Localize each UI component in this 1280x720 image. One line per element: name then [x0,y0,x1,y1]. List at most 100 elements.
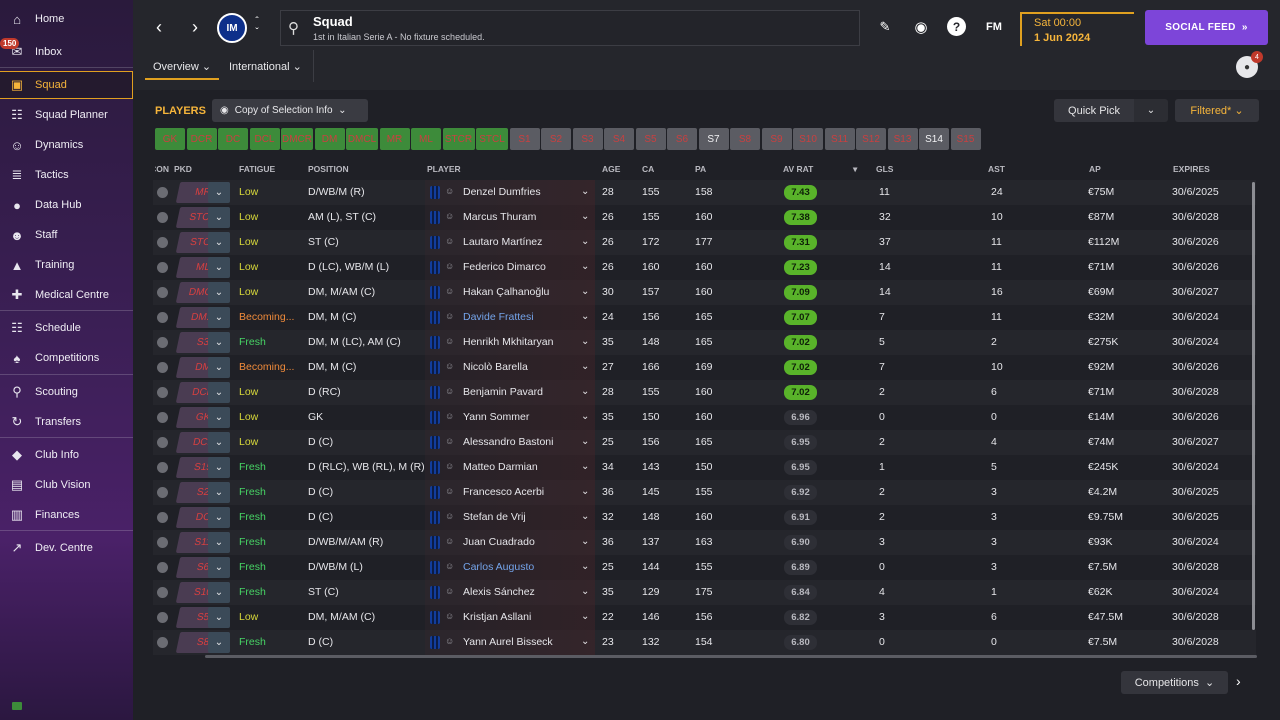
player-name[interactable]: Henrikh Mkhitaryan [463,336,553,348]
sidebar-item-club-vision[interactable]: ▤ Club Vision [0,471,133,499]
player-menu-dropdown-icon[interactable]: ⌄ [581,336,589,347]
select-checkbox[interactable] [157,487,168,498]
position-filter-s11[interactable]: S11 [824,128,855,150]
select-checkbox[interactable] [157,387,168,398]
sidebar-item-staff[interactable]: ☻ Staff [0,221,133,249]
player-menu-dropdown-icon[interactable]: ⌄ [581,561,589,572]
club-crest[interactable]: IM [217,13,247,43]
position-filter-s5[interactable]: S5 [635,128,666,150]
player-name[interactable]: Stefan de Vrij [463,511,526,523]
table-row[interactable]: S3 ⌄ Fresh DM, M (LC), AM (C) ☺ Henrikh Mkhit… [153,330,1256,355]
picked-position-dropdown-icon[interactable]: ⌄ [208,532,230,553]
position-filter-dcl[interactable]: DCL [249,128,280,150]
picked-position-dropdown-icon[interactable]: ⌄ [208,557,230,578]
player-menu-dropdown-icon[interactable]: ⌄ [581,386,589,397]
select-checkbox[interactable] [157,187,168,198]
select-checkbox[interactable] [157,312,168,323]
player-name[interactable]: Federico Dimarco [463,261,546,273]
player-menu-dropdown-icon[interactable]: ⌄ [581,311,589,322]
select-checkbox[interactable] [157,212,168,223]
player-menu-dropdown-icon[interactable]: ⌄ [581,211,589,222]
sort-descending-icon[interactable]: ▾ [853,164,857,175]
club-switch-arrows[interactable]: ˆˇ [251,14,263,40]
player-name[interactable]: Yann Aurel Bisseck [463,636,553,648]
sidebar-item-scouting[interactable]: ⚲ Scouting [0,378,133,406]
world-icon[interactable]: ◉ [912,17,930,37]
picked-position-dropdown-icon[interactable]: ⌄ [208,507,230,528]
position-filter-s6[interactable]: S6 [667,128,697,150]
sidebar-item-transfers[interactable]: ↻ Transfers [0,408,133,436]
select-checkbox[interactable] [157,437,168,448]
select-checkbox[interactable] [157,537,168,548]
player-name[interactable]: Benjamin Pavard [463,386,543,398]
sidebar-item-club-info[interactable]: ◆ Club Info [0,441,133,469]
column-header-pa[interactable]: PA [695,164,706,174]
column-header-ap[interactable]: AP [1089,164,1101,174]
date-continue-box[interactable]: Sat 00:00 1 Jun 2024 [1020,12,1134,46]
player-menu-dropdown-icon[interactable]: ⌄ [581,486,589,497]
table-row[interactable]: S10 ⌄ Fresh ST (C) ☺ Alexis Sánchez ⌄ 35 129 175 6… [153,580,1256,605]
player-name[interactable]: Carlos Augusto [463,561,534,573]
picked-position-dropdown-icon[interactable]: ⌄ [208,482,230,503]
column-header-ca[interactable]: CA [642,164,654,174]
sidebar-item-medical-centre[interactable]: ✚ Medical Centre [0,281,133,309]
table-row[interactable]: S5 ⌄ Low DM, M/AM (C) ☺ Kristjan Asllani ⌄ 22 14… [153,605,1256,630]
status-indicator-icon[interactable] [12,702,22,710]
player-name[interactable]: Lautaro Martínez [463,236,542,248]
picked-position-dropdown-icon[interactable]: ⌄ [208,232,230,253]
picked-position-dropdown-icon[interactable]: ⌄ [208,407,230,428]
picked-position-dropdown-icon[interactable]: ⌄ [208,432,230,453]
picked-position-dropdown-icon[interactable]: ⌄ [208,257,230,278]
table-row[interactable]: GK ⌄ Low GK ☺ Yann Sommer ⌄ 35 150 160 6.96 0 0 €14M 3… [153,405,1256,430]
select-checkbox[interactable] [157,262,168,273]
column-header-expires[interactable]: EXPIRES [1173,164,1210,174]
filter-dropdown[interactable]: Filtered* ⌄ [1175,99,1259,122]
help-icon[interactable]: ? [947,17,966,36]
player-name[interactable]: Kristjan Asllani [463,611,531,623]
table-row[interactable]: DM ⌄ Becoming... DM, M (C) ☺ Nicolò Barella ⌄ 2… [153,355,1256,380]
player-name[interactable]: Matteo Darmian [463,461,538,473]
table-row[interactable]: S8 ⌄ Fresh D (C) ☺ Yann Aurel Bisseck ⌄ 23 132 15… [153,630,1256,655]
table-row[interactable]: S11 ⌄ Fresh D/WB/M/AM (R) ☺ Juan Cuadrado ⌄ 36 1… [153,530,1256,555]
edit-icon[interactable]: ✎ [878,18,892,36]
player-menu-dropdown-icon[interactable]: ⌄ [581,236,589,247]
fm-menu-button[interactable]: FM [983,18,1005,36]
sidebar-item-schedule[interactable]: ☷ Schedule [0,314,133,342]
player-menu-dropdown-icon[interactable]: ⌄ [581,636,589,647]
player-menu-dropdown-icon[interactable]: ⌄ [581,361,589,372]
position-filter-ml[interactable]: ML [411,128,441,150]
select-checkbox[interactable] [157,362,168,373]
table-row[interactable]: MR ⌄ Low D/WB/M (R) ☺ Denzel Dumfries ⌄ 28 155 15… [153,180,1256,205]
sidebar-item-squad[interactable]: ▣ Squad [0,71,133,99]
sidebar-item-finances[interactable]: ▥ Finances [0,501,133,529]
back-button[interactable]: ‹ [149,16,169,38]
select-checkbox[interactable] [157,462,168,473]
tab-overview[interactable]: Overview ⌄ [153,60,211,73]
column-header-pkd[interactable]: PKD [174,164,192,174]
column-header-ast[interactable]: AST [988,164,1005,174]
quick-pick-dropdown-icon[interactable]: ⌄ [1134,99,1168,122]
sidebar-item-inbox[interactable]: ✉ Inbox [0,38,133,66]
position-filter-s13[interactable]: S13 [887,128,918,150]
picked-position-dropdown-icon[interactable]: ⌄ [208,457,230,478]
picked-position-dropdown-icon[interactable]: ⌄ [208,282,230,303]
player-menu-dropdown-icon[interactable]: ⌄ [581,286,589,297]
column-header-gls[interactable]: GLS [876,164,893,174]
table-row[interactable]: STCL ⌄ Low ST (C) ☺ Lautaro Martínez ⌄ 26 172 177… [153,230,1256,255]
sidebar-item-competitions[interactable]: ♠ Competitions [0,344,133,372]
position-filter-dc[interactable]: DC [218,128,248,150]
table-row[interactable]: STCR ⌄ Low AM (L), ST (C) ☺ Marcus Thuram ⌄ 26 1… [153,205,1256,230]
position-filter-s1[interactable]: S1 [509,128,540,150]
social-feed-button[interactable]: SOCIAL FEED » [1145,10,1268,45]
sidebar-item-data-hub[interactable]: ● Data Hub [0,191,133,219]
table-row[interactable]: S15 ⌄ Fresh D (RLC), WB (RL), M (R) ☺ Matteo … [153,455,1256,480]
manager-avatar-icon[interactable]: ● 4 [1236,51,1263,78]
sidebar-item-dynamics[interactable]: ☺ Dynamics [0,131,133,159]
horizontal-scrollbar[interactable] [205,655,1257,658]
sidebar-item-home[interactable]: ⌂ Home [0,5,133,33]
position-filter-stcr[interactable]: STCR [442,128,475,150]
player-name[interactable]: Nicolò Barella [463,361,528,373]
player-menu-dropdown-icon[interactable]: ⌄ [581,536,589,547]
select-checkbox[interactable] [157,237,168,248]
sidebar-item-squad-planner[interactable]: ☷ Squad Planner [0,101,133,129]
